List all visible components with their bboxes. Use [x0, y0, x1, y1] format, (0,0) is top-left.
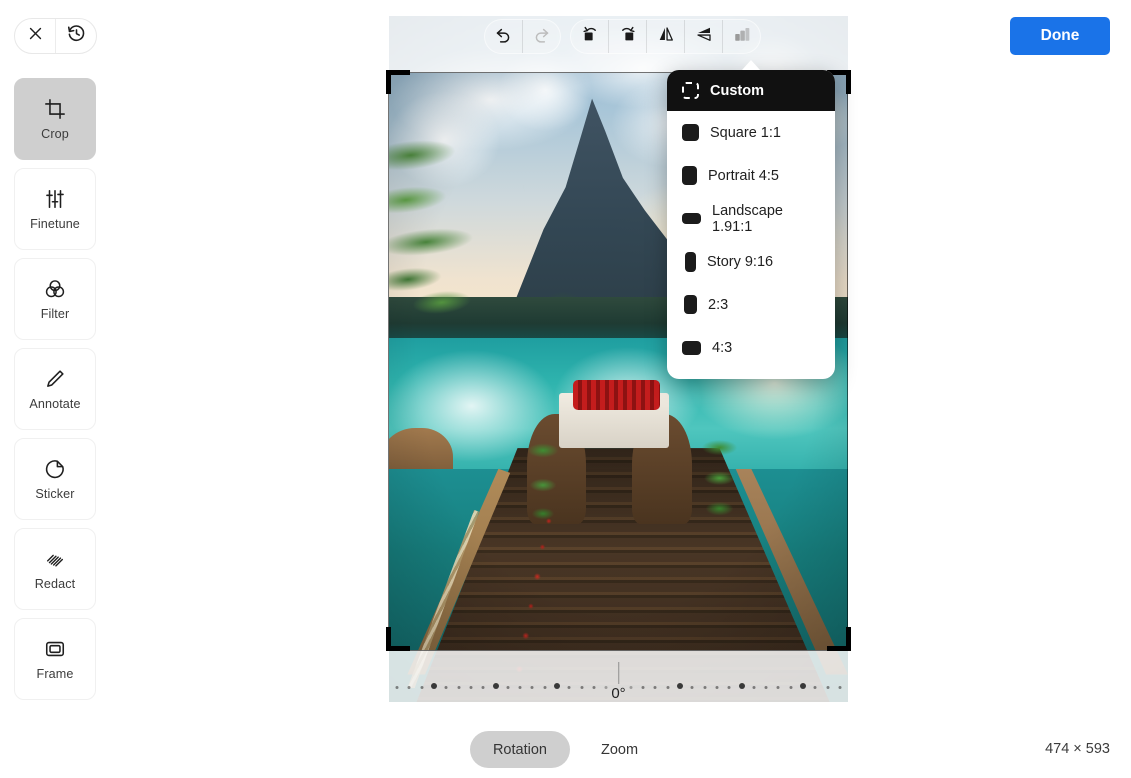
menu-item-label: Story 9:16 — [707, 253, 774, 270]
landscape-icon — [682, 213, 701, 224]
sidebar-item-label: Crop — [41, 126, 69, 141]
menu-item-square[interactable]: Square 1:1 — [667, 111, 835, 154]
aspect-ratio-button[interactable] — [723, 19, 760, 54]
aspect-ratio-icon — [733, 25, 751, 48]
history-group — [484, 19, 561, 54]
sidebar-item-frame[interactable]: Frame — [14, 618, 96, 700]
menu-item-custom[interactable]: Custom — [667, 70, 835, 111]
flip-vertical-icon — [695, 25, 713, 48]
sidebar-item-crop[interactable]: Crop — [14, 78, 96, 160]
dropdown-pointer — [742, 60, 760, 70]
menu-item-label: Custom — [710, 82, 764, 99]
story-icon — [685, 251, 696, 272]
flip-horizontal-button[interactable] — [647, 19, 684, 54]
filter-icon — [44, 278, 66, 300]
image-dimensions: 474 × 593 — [1045, 741, 1110, 757]
redo-button[interactable] — [523, 19, 560, 54]
rotation-indicator — [617, 662, 620, 684]
rotation-value: 0° — [611, 685, 626, 702]
rotate-right-icon — [619, 25, 637, 48]
sidebar-item-label: Frame — [36, 666, 74, 681]
sidebar-item-annotate[interactable]: Annotate — [14, 348, 96, 430]
menu-item-label: 4:3 — [712, 339, 733, 356]
pencil-icon — [44, 368, 66, 390]
menu-item-2-3[interactable]: 2:3 — [667, 283, 835, 326]
tab-zoom[interactable]: Zoom — [578, 731, 661, 768]
revert-button[interactable] — [56, 18, 96, 54]
menu-item-landscape[interactable]: Landscape 1.91:1 — [667, 197, 835, 240]
menu-item-label: Square 1:1 — [710, 124, 781, 141]
rotate-left-icon — [581, 25, 599, 48]
frame-icon — [44, 638, 66, 660]
dashed-square-icon — [682, 82, 699, 99]
undo-icon — [495, 26, 512, 48]
revert-icon — [67, 24, 86, 48]
menu-item-label: Portrait 4:5 — [708, 167, 779, 184]
rotation-slider[interactable]: 0° — [389, 648, 848, 704]
hatch-icon — [44, 548, 66, 570]
square-icon — [682, 124, 699, 141]
undo-button[interactable] — [485, 19, 522, 54]
sidebar-item-label: Sticker — [35, 486, 75, 501]
sidebar-item-label: Filter — [40, 306, 70, 321]
menu-item-story[interactable]: Story 9:16 — [667, 240, 835, 283]
done-button[interactable]: Done — [1010, 17, 1110, 55]
sidebar-item-label: Annotate — [29, 396, 81, 411]
tab-rotation[interactable]: Rotation — [469, 731, 570, 768]
flip-vertical-button[interactable] — [685, 19, 722, 54]
crop-handle-top-left[interactable] — [386, 70, 410, 94]
portrait-icon — [682, 166, 697, 185]
ratio-4-3-icon — [682, 340, 701, 355]
crop-toolbar — [484, 19, 761, 54]
redo-icon — [533, 26, 550, 48]
tool-sidebar: Crop Finetune Filter Annotate Sticker Re… — [14, 78, 96, 708]
sticker-icon — [44, 458, 66, 480]
flip-horizontal-icon — [657, 25, 675, 48]
image-editor: Done Crop Finetune Filter Annotate Stick… — [0, 0, 1131, 778]
menu-item-label: 2:3 — [708, 296, 729, 313]
sidebar-item-filter[interactable]: Filter — [14, 258, 96, 340]
sidebar-item-finetune[interactable]: Finetune — [14, 168, 96, 250]
close-button[interactable] — [15, 18, 55, 54]
menu-item-4-3[interactable]: 4:3 — [667, 326, 835, 369]
mode-tabs: Rotation Zoom — [0, 731, 1131, 768]
transform-group — [570, 19, 761, 54]
crop-icon — [44, 98, 66, 120]
sidebar-item-sticker[interactable]: Sticker — [14, 438, 96, 520]
sidebar-item-label: Finetune — [30, 216, 80, 231]
top-left-controls — [14, 18, 97, 54]
rotate-right-button[interactable] — [609, 19, 646, 54]
sliders-icon — [44, 188, 66, 210]
sidebar-item-label: Redact — [34, 576, 76, 591]
menu-item-portrait[interactable]: Portrait 4:5 — [667, 154, 835, 197]
close-icon — [27, 25, 44, 47]
menu-item-label: Landscape 1.91:1 — [712, 202, 783, 235]
ratio-2-3-icon — [684, 295, 697, 314]
rotate-left-button[interactable] — [571, 19, 608, 54]
aspect-ratio-menu: Custom Square 1:1 Portrait 4:5 Landscape… — [667, 70, 835, 379]
sidebar-item-redact[interactable]: Redact — [14, 528, 96, 610]
